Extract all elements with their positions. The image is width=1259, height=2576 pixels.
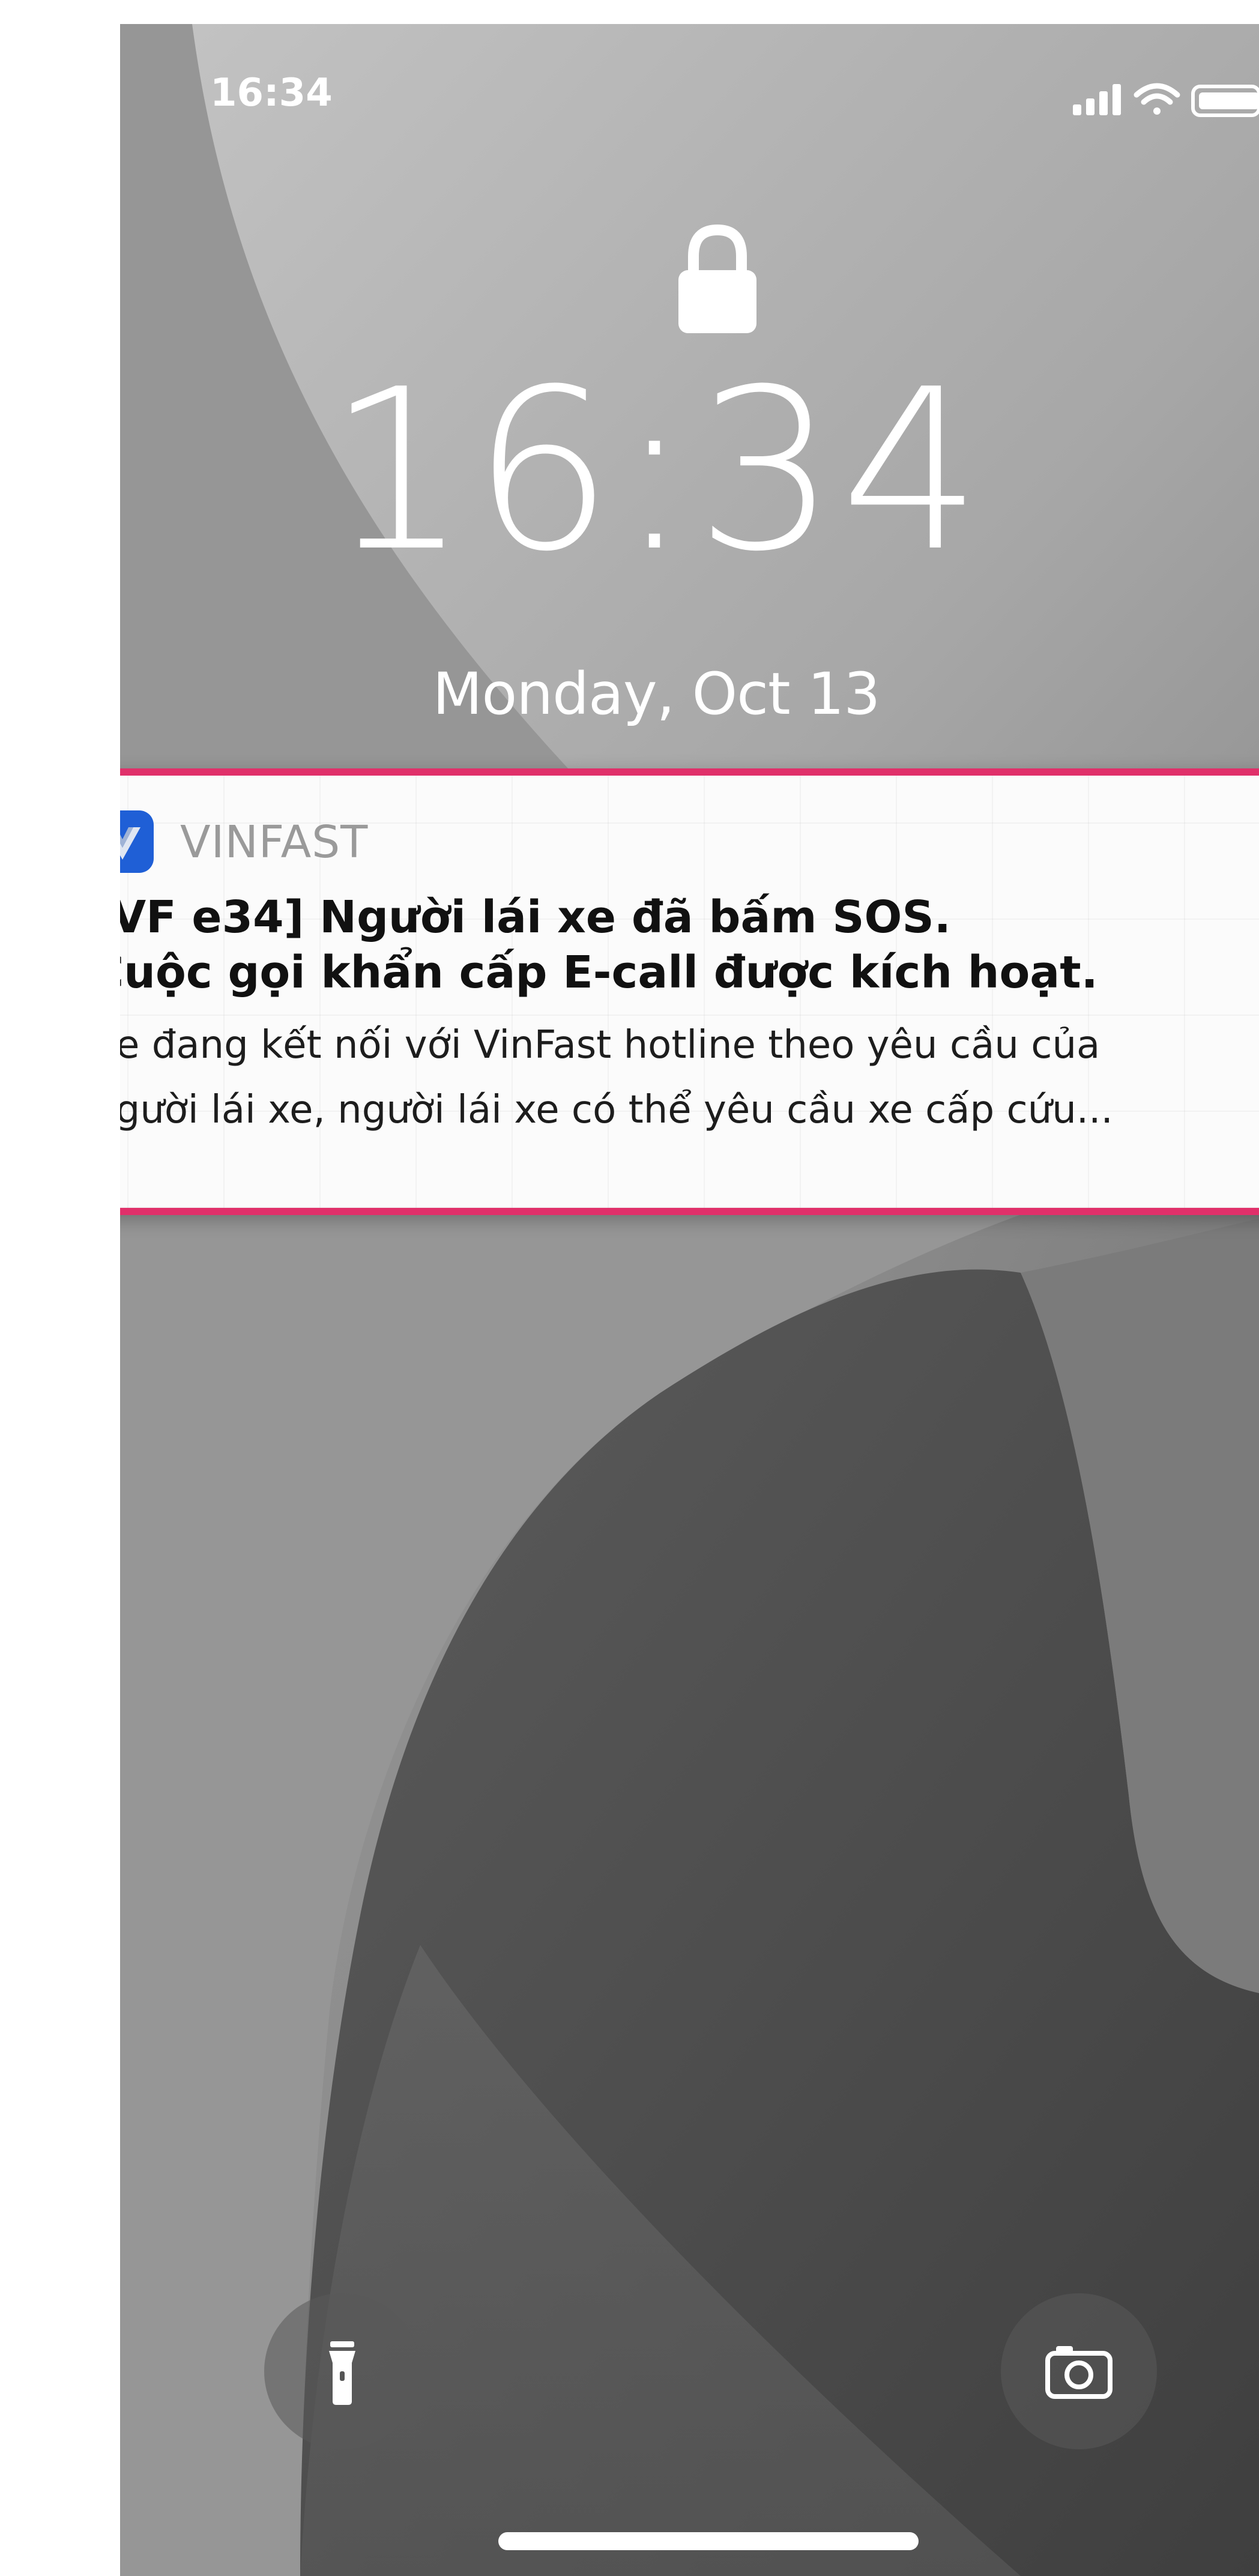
wifi-icon (1134, 83, 1180, 115)
flashlight-icon (329, 2341, 355, 2405)
notification-app-name: VINFAST (180, 816, 369, 868)
flashlight-button[interactable] (264, 2293, 420, 2449)
lock-icon (678, 224, 756, 333)
lock-date: Monday, Oct 13 (432, 660, 881, 728)
notification-title: [VF e34] Người lái xe đã bấm SOS. Cuộc g… (120, 890, 1259, 1000)
notification-card[interactable]: VINFAST n [VF e34] Người lái xe đã bấm S… (120, 768, 1259, 1215)
notification-body: Xe đang kết nối với VinFast hotline theo… (120, 1013, 1259, 1142)
home-indicator[interactable] (498, 2532, 919, 2550)
battery-icon (1191, 85, 1259, 117)
vinfast-logo-icon (120, 810, 154, 873)
signal-icon (1073, 84, 1121, 115)
camera-icon (1045, 2346, 1113, 2399)
camera-button[interactable] (1001, 2293, 1157, 2449)
notification-body-line-1: Xe đang kết nối với VinFast hotline theo… (120, 1023, 1100, 1067)
status-icons (1061, 78, 1259, 122)
lock-clock: 16:34 (327, 342, 986, 600)
notification-body-line-2: người lái xe, người lái xe có thể yêu cầ… (120, 1088, 1113, 1132)
notification-title-line-1: [VF e34] Người lái xe đã bấm SOS. (120, 891, 951, 943)
notification-title-line-2: Cuộc gọi khẩn cấp E-call được kích hoạt. (120, 947, 1098, 998)
lock-screen: 16:34 16:34 Monday, Oct 13 VINFAST [VF e… (120, 24, 1259, 2576)
status-time: 16:34 (210, 71, 333, 115)
